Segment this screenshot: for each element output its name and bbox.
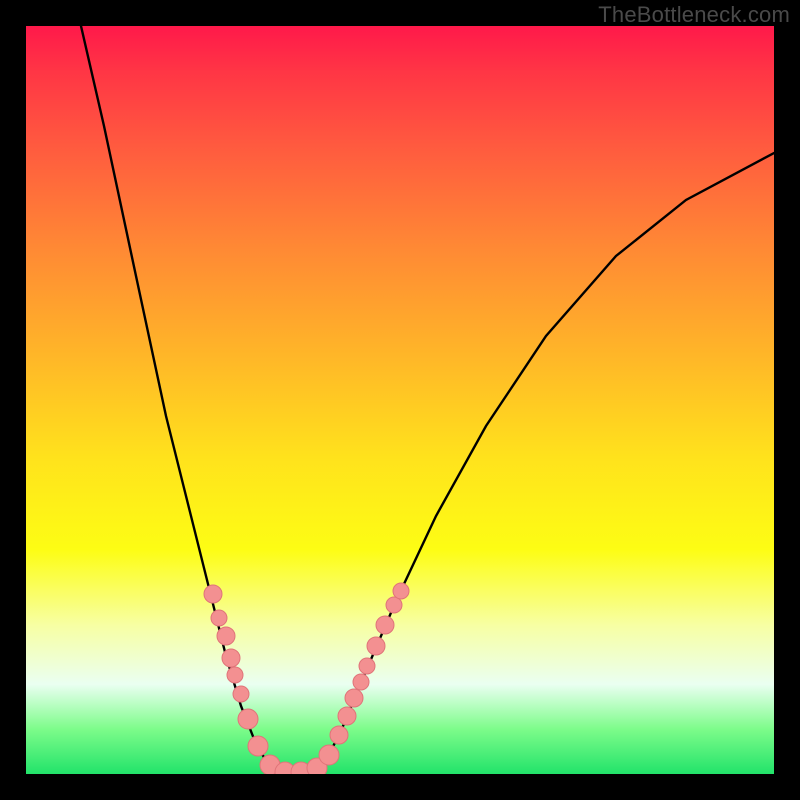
data-point	[345, 689, 363, 707]
data-point	[222, 649, 240, 667]
data-points	[204, 583, 409, 774]
data-point	[211, 610, 227, 626]
data-point	[359, 658, 375, 674]
data-point	[338, 707, 356, 725]
data-point	[367, 637, 385, 655]
plot-area	[26, 26, 774, 774]
data-point	[393, 583, 409, 599]
data-point	[386, 597, 402, 613]
data-point	[353, 674, 369, 690]
data-point	[217, 627, 235, 645]
data-point	[204, 585, 222, 603]
watermark-text: TheBottleneck.com	[598, 2, 790, 28]
data-point	[330, 726, 348, 744]
bottleneck-curve	[81, 26, 774, 773]
chart-svg	[26, 26, 774, 774]
data-point	[238, 709, 258, 729]
data-point	[319, 745, 339, 765]
data-point	[233, 686, 249, 702]
frame: TheBottleneck.com	[0, 0, 800, 800]
data-point	[376, 616, 394, 634]
data-point	[227, 667, 243, 683]
data-point	[248, 736, 268, 756]
